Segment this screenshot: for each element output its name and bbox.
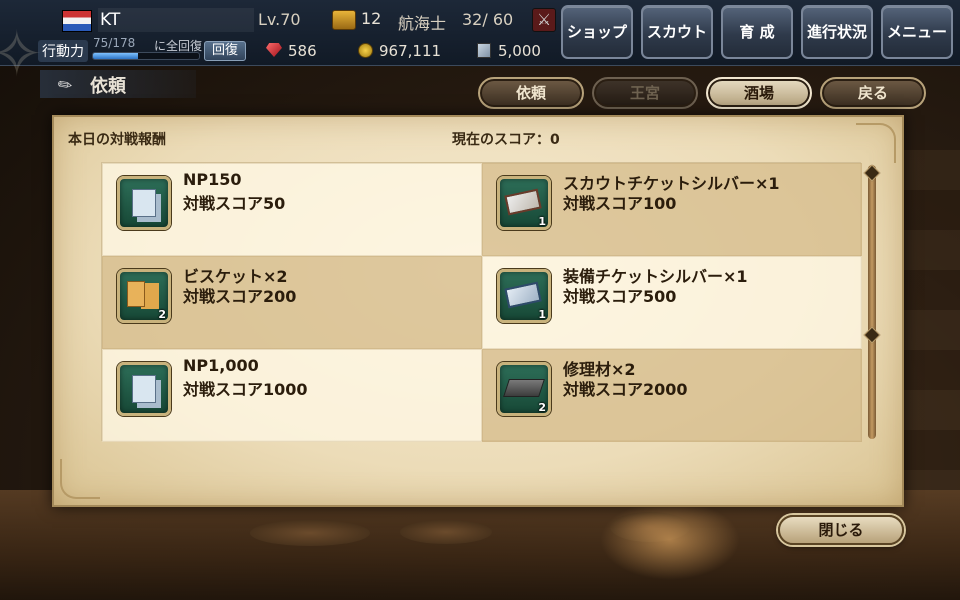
shop-button[interactable]: ショップ: [561, 5, 633, 59]
item-quantity: 2: [158, 308, 166, 321]
reward-name: NP150: [183, 170, 242, 189]
item-quantity: 2: [538, 401, 546, 414]
scroll-up-handle[interactable]: [863, 164, 881, 182]
tab-tavern[interactable]: 酒場: [706, 77, 812, 109]
gold-coin-icon: [358, 43, 373, 58]
reward-score: 対戦スコア100: [563, 194, 677, 213]
scrollbar-track[interactable]: [868, 165, 876, 439]
gold-count: 967,111: [379, 42, 442, 60]
player-level: Lv.70: [258, 10, 301, 29]
reward-score: 対戦スコア200: [183, 287, 297, 306]
reward-item[interactable]: 2 修理材×2 対戦スコア2000: [482, 349, 862, 442]
stamina-bar-fill: [93, 53, 138, 59]
reward-name: NP1,000: [183, 356, 259, 375]
stool: [400, 520, 492, 544]
np-icon: [477, 43, 491, 58]
gem-icon: [266, 43, 282, 57]
item-quantity: 1: [538, 215, 546, 228]
equipment-ticket-icon: 1: [497, 269, 551, 323]
item-quantity: 1: [538, 308, 546, 321]
scout-button[interactable]: スカウト: [641, 5, 713, 59]
reward-item[interactable]: 1 スカウトチケットシルバー×1 対戦スコア100: [482, 163, 862, 256]
np-icon: [117, 176, 171, 230]
progress-button[interactable]: 進行状況: [801, 5, 873, 59]
top-status-bar: KT Lv.70 12 航海士 32/ 60 ⚔ 行動力 75/178 に全回復…: [0, 0, 960, 66]
recover-button[interactable]: 回復: [204, 41, 246, 61]
reward-item[interactable]: NP1,000 対戦スコア1000: [102, 349, 482, 442]
sailor-count: 32/ 60: [462, 10, 514, 29]
player-name: KT: [98, 8, 254, 32]
back-button[interactable]: 戻る: [820, 77, 926, 109]
stamina-value: 75/178: [93, 36, 136, 50]
biscuit-icon: 2: [117, 269, 171, 323]
crossed-swords-icon[interactable]: ⚔: [532, 8, 556, 32]
scout-ticket-icon: 1: [497, 176, 551, 230]
reward-item[interactable]: 2 ビスケット×2 対戦スコア200: [102, 256, 482, 349]
training-button[interactable]: 育 成: [721, 5, 793, 59]
gem-count: 586: [288, 42, 317, 60]
section-title: 依頼: [90, 76, 126, 97]
np-count: 5,000: [498, 42, 541, 60]
tab-palace: 王宮: [592, 77, 698, 109]
np-icon: [117, 362, 171, 416]
scroll-down-handle[interactable]: [863, 326, 881, 344]
panel-title: 本日の対戦報酬: [68, 132, 166, 148]
reward-score: 対戦スコア500: [563, 287, 677, 306]
reward-score: 対戦スコア50: [183, 194, 286, 213]
stamina-bar: [92, 52, 200, 60]
flag-icon: [62, 10, 92, 32]
stool: [250, 520, 370, 546]
panel-ornament: [60, 459, 100, 499]
chest-count: 12: [361, 9, 382, 28]
reward-score: 対戦スコア2000: [563, 380, 688, 399]
candle-glow: [600, 500, 740, 580]
treasure-chest-icon: [332, 10, 356, 30]
reward-item[interactable]: 1 装備チケットシルバー×1 対戦スコア500: [482, 256, 862, 349]
menu-button[interactable]: メニュー: [881, 5, 953, 59]
repair-material-icon: 2: [497, 362, 551, 416]
sailor-label: 航海士: [398, 14, 447, 33]
current-score: 現在のスコア：0: [452, 132, 560, 148]
panel-ornament: [856, 123, 896, 163]
tab-request[interactable]: 依頼: [478, 77, 584, 109]
reward-panel: 本日の対戦報酬 現在のスコア：0 NP150 対戦スコア50 1 スカウトチケッ…: [52, 115, 904, 507]
reward-list: NP150 対戦スコア50 1 スカウトチケットシルバー×1 対戦スコア100 …: [101, 162, 862, 442]
reward-score: 対戦スコア1000: [183, 380, 308, 399]
reward-item[interactable]: NP150 対戦スコア50: [102, 163, 482, 256]
close-button[interactable]: 閉じる: [778, 515, 904, 545]
